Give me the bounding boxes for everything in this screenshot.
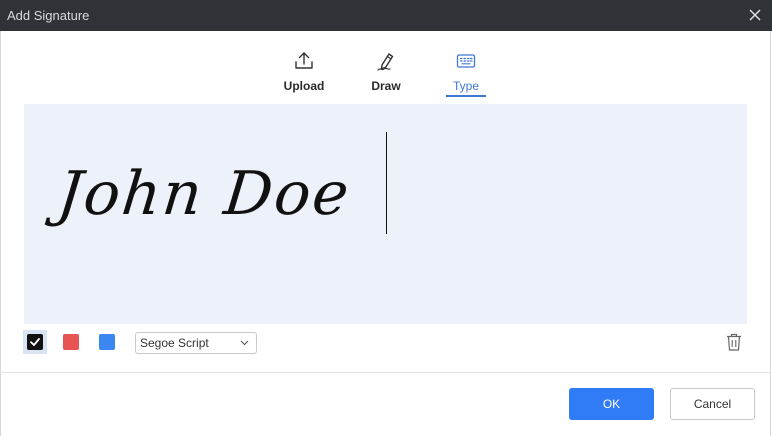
upload-icon — [295, 52, 313, 69]
close-icon[interactable] — [748, 8, 762, 22]
ok-button-label: OK — [602, 397, 621, 411]
keyboard-icon — [456, 54, 476, 68]
color-swatch-red[interactable] — [59, 330, 83, 354]
pen-icon — [377, 53, 394, 71]
color-black — [27, 334, 43, 350]
cancel-button-label: Cancel — [693, 397, 732, 411]
tab-upload-label: Upload — [283, 79, 325, 93]
window-title: Add Signature — [7, 8, 90, 23]
chevron-down-icon — [240, 340, 249, 346]
signature-toolbar: Segoe Script — [23, 330, 746, 358]
ok-button[interactable]: OK — [569, 388, 654, 420]
text-cursor — [386, 132, 387, 234]
signature-mode-tabs: Upload Draw Type — [1, 49, 771, 97]
check-icon — [30, 338, 40, 346]
footer-divider — [0, 372, 770, 373]
tab-type[interactable]: Type — [446, 49, 486, 97]
color-swatch-blue[interactable] — [95, 330, 119, 354]
cancel-button[interactable]: Cancel — [670, 388, 755, 420]
tab-type-label: Type — [452, 79, 479, 93]
tab-draw[interactable]: Draw — [371, 49, 401, 97]
title-bar: Add Signature — [0, 0, 772, 31]
color-swatch-black[interactable] — [23, 330, 47, 354]
font-dropdown-value: Segoe Script — [140, 336, 209, 350]
color-red — [63, 334, 79, 350]
color-blue — [99, 334, 115, 350]
font-dropdown[interactable]: Segoe Script — [135, 332, 257, 354]
tab-draw-label: Draw — [371, 79, 401, 93]
typed-signature: John Doe — [54, 159, 354, 229]
tab-upload[interactable]: Upload — [283, 49, 325, 97]
active-tab-underline — [446, 95, 486, 97]
trash-icon[interactable] — [725, 332, 743, 352]
